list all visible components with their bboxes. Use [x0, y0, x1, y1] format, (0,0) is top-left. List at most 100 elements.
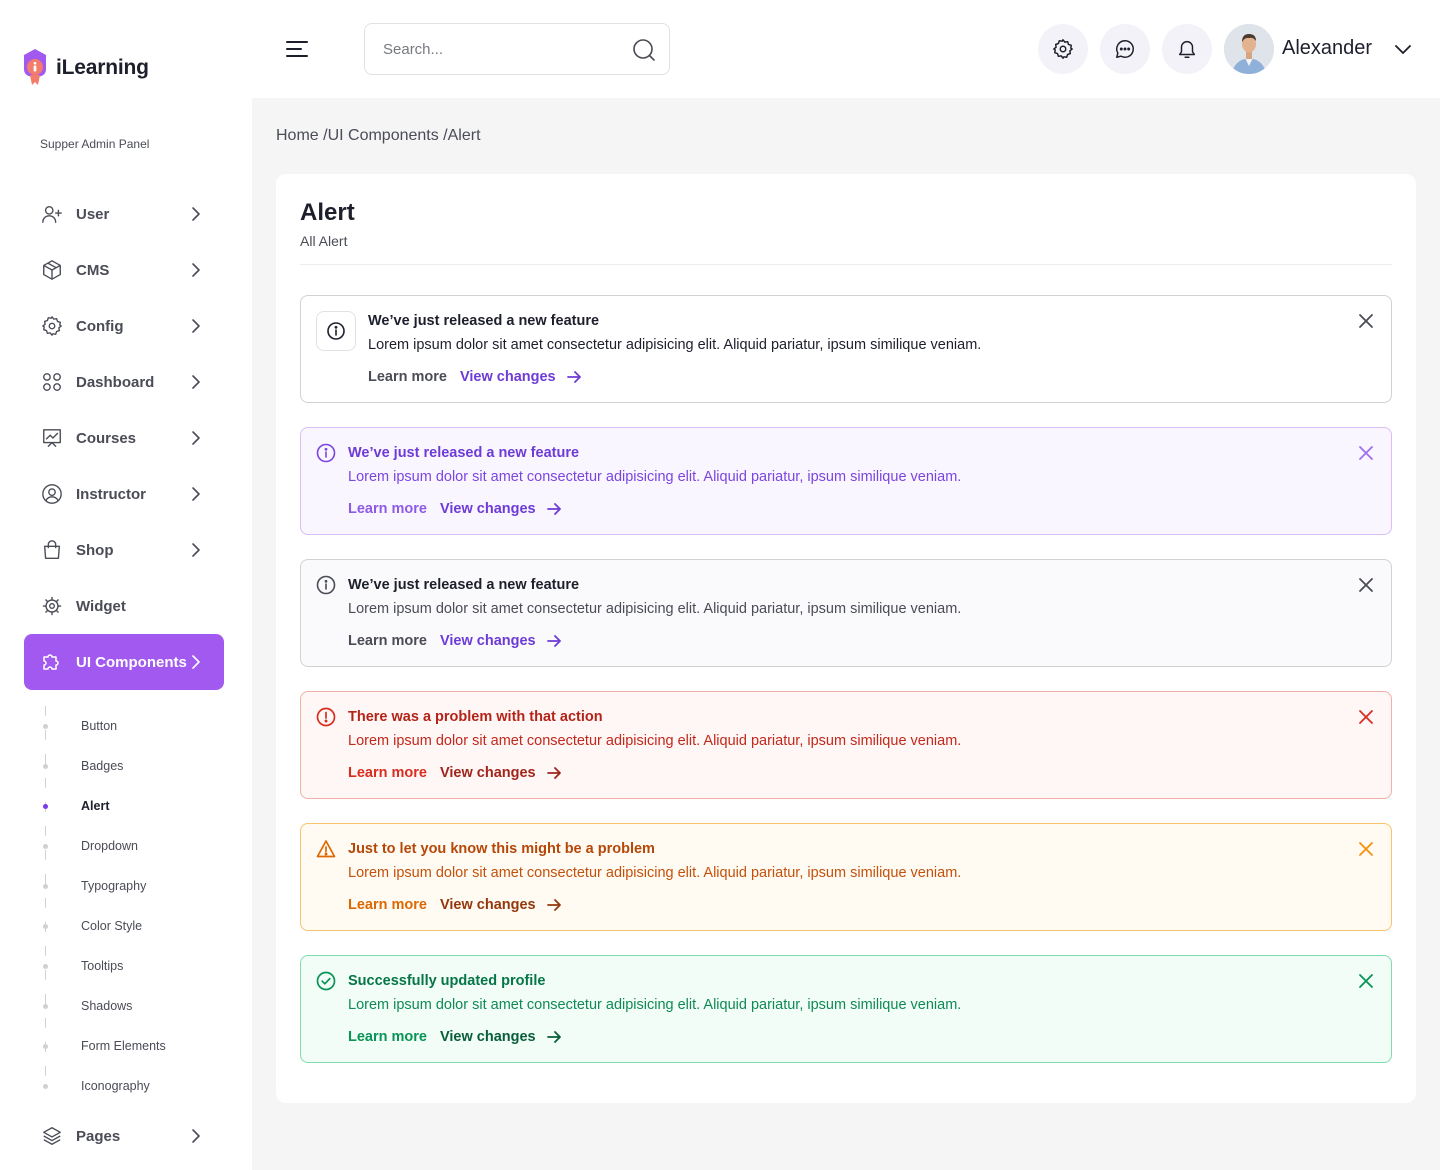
- close-icon[interactable]: [1357, 840, 1375, 858]
- subnav-label: Iconography: [81, 1079, 150, 1093]
- alert-actions: Learn more View changes: [348, 897, 562, 913]
- chevron-right-icon: [192, 319, 200, 333]
- view-changes-link[interactable]: View changes: [440, 501, 562, 517]
- gear-icon: [40, 314, 64, 338]
- subnav-item-shadows[interactable]: Shadows: [24, 986, 224, 1026]
- learn-more-link[interactable]: Learn more: [348, 1029, 427, 1045]
- learn-more-link[interactable]: Learn more: [348, 501, 427, 517]
- view-changes-link[interactable]: View changes: [440, 765, 562, 781]
- bell-icon: [1178, 41, 1196, 58]
- close-icon[interactable]: [1357, 576, 1375, 594]
- sidebar-item-user[interactable]: User: [24, 186, 224, 242]
- alerts-card: Alert All Alert We’ve just released a ne…: [276, 174, 1416, 1103]
- view-changes-label: View changes: [439, 897, 536, 913]
- alert-gray: We’ve just released a new feature Lorem …: [300, 559, 1392, 667]
- subnav-item-color-style[interactable]: Color Style: [24, 906, 224, 946]
- alert-default: We’ve just released a new feature Lorem …: [300, 295, 1392, 403]
- cog-icon: [40, 594, 64, 618]
- sidebar-nav-bottom: Pages: [24, 1108, 224, 1164]
- grid-icon: [40, 370, 64, 394]
- alert-actions: Learn more View changes: [368, 369, 582, 385]
- close-icon[interactable]: [1357, 444, 1375, 462]
- subnav-item-tooltips[interactable]: Tooltips: [24, 946, 224, 986]
- subnav-label: Typography: [81, 879, 147, 893]
- breadcrumb[interactable]: Home /UI Components /Alert: [276, 127, 481, 145]
- shopping-bag-icon: [40, 538, 64, 562]
- sidebar-item-config[interactable]: Config: [24, 298, 224, 354]
- alert-title: We’ve just released a new feature: [368, 313, 600, 329]
- view-changes-link[interactable]: View changes: [440, 897, 562, 913]
- view-changes-label: View changes: [439, 765, 536, 781]
- learn-more-link[interactable]: Learn more: [348, 897, 427, 913]
- sidebar-item-widget[interactable]: Widget: [24, 578, 224, 634]
- subnav-item-iconography[interactable]: Iconography: [24, 1066, 224, 1106]
- subnav-item-badges[interactable]: Badges: [24, 746, 224, 786]
- page-title: Alert: [300, 199, 355, 226]
- view-changes-label: View changes: [439, 501, 536, 517]
- alert-actions: Learn more View changes: [348, 501, 562, 517]
- sidebar-item-ui-components[interactable]: UI Components: [24, 634, 224, 690]
- subnav-item-dropdown[interactable]: Dropdown: [24, 826, 224, 866]
- check-circle-icon: [316, 971, 336, 991]
- sidebar-item-dashboard[interactable]: Dashboard: [24, 354, 224, 410]
- alert-circle-icon: [316, 707, 336, 727]
- close-icon[interactable]: [1357, 312, 1375, 330]
- learn-more-link[interactable]: Learn more: [348, 765, 427, 781]
- search-icon[interactable]: [631, 37, 657, 63]
- close-icon[interactable]: [1357, 972, 1375, 990]
- alert-warning: Just to let you know this might be a pro…: [300, 823, 1392, 931]
- subnav-label: Tooltips: [81, 959, 124, 973]
- chevron-right-icon: [192, 431, 200, 445]
- avatar[interactable]: [1224, 24, 1274, 74]
- chevron-right-icon: [192, 1129, 200, 1143]
- logo-text: iLearning: [56, 56, 149, 79]
- subnav-item-typography[interactable]: Typography: [24, 866, 224, 906]
- puzzle-icon: [40, 650, 64, 674]
- alert-actions: Learn more View changes: [348, 633, 562, 649]
- learn-more-link[interactable]: Learn more: [348, 633, 427, 649]
- alert-title: We’ve just released a new feature: [348, 577, 580, 593]
- sidebar-subnav: Button Badges Alert Dropdown Typography …: [24, 706, 224, 1106]
- chevron-right-icon: [192, 375, 200, 389]
- notifications-button[interactable]: [1162, 24, 1212, 74]
- subnav-item-button[interactable]: Button: [24, 706, 224, 746]
- search-box: [364, 23, 670, 75]
- alert-title: There was a problem with that action: [348, 709, 603, 725]
- subnav-label: Button: [81, 719, 118, 733]
- arrow-right-icon: [546, 635, 561, 647]
- logo-icon: [20, 47, 50, 87]
- messages-button[interactable]: [1100, 24, 1150, 74]
- learn-more-link[interactable]: Learn more: [368, 369, 447, 385]
- sidebar-item-pages[interactable]: Pages: [24, 1108, 224, 1164]
- subnav-dot: [43, 924, 48, 929]
- view-changes-label: View changes: [439, 633, 536, 649]
- sidebar-item-cms[interactable]: CMS: [24, 242, 224, 298]
- subnav-label: Form Elements: [81, 1039, 166, 1053]
- sidebar-item-instructor[interactable]: Instructor: [24, 466, 224, 522]
- subnav-item-form-elements[interactable]: Form Elements: [24, 1026, 224, 1066]
- view-changes-link[interactable]: View changes: [440, 633, 562, 649]
- subnav-label: Dropdown: [81, 839, 138, 853]
- hamburger-menu-icon[interactable]: [286, 38, 308, 60]
- alert-primary: We’ve just released a new feature Lorem …: [300, 427, 1392, 535]
- sidebar-item-label: Widget: [76, 597, 126, 615]
- chevron-down-icon[interactable]: [1392, 38, 1414, 60]
- close-icon[interactable]: [1357, 708, 1375, 726]
- warning-triangle-icon: [316, 840, 336, 858]
- view-changes-link[interactable]: View changes: [440, 1029, 562, 1045]
- alert-body: Lorem ipsum dolor sit amet consectetur a…: [348, 865, 962, 881]
- sidebar-item-courses[interactable]: Courses: [24, 410, 224, 466]
- user-name[interactable]: Alexander: [1282, 37, 1372, 60]
- subnav-item-alert[interactable]: Alert: [24, 786, 224, 826]
- subnav-dot: [43, 804, 48, 809]
- view-changes-link[interactable]: View changes: [460, 369, 582, 385]
- alert-title: Successfully updated profile: [348, 973, 546, 989]
- sidebar: iLearning Supper Admin Panel User CMS Co…: [0, 0, 252, 1170]
- sidebar-nav: User CMS Config Dashboard Courses Instru…: [24, 186, 224, 690]
- search-input[interactable]: [383, 40, 603, 58]
- settings-button[interactable]: [1038, 24, 1088, 74]
- sidebar-item-shop[interactable]: Shop: [24, 522, 224, 578]
- logo[interactable]: iLearning: [20, 47, 149, 87]
- info-icon: [316, 443, 336, 463]
- top-header: Alexander: [252, 0, 1440, 98]
